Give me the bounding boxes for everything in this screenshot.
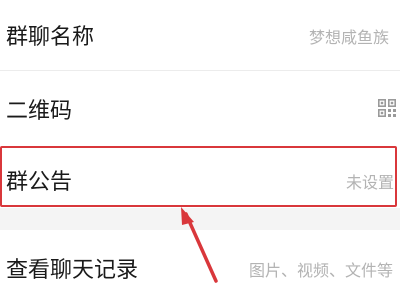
chat-history-value: 图片、视频、文件等 <box>249 261 394 280</box>
qr-code-icon <box>378 99 396 117</box>
highlight-box <box>0 146 397 207</box>
section-gap <box>0 208 400 230</box>
group-name-row[interactable]: 群聊名称 梦想咸鱼族 <box>0 0 400 70</box>
chat-history-row[interactable]: 查看聊天记录 图片、视频、文件等 <box>0 230 400 300</box>
group-name-value: 梦想咸鱼族 <box>309 28 390 47</box>
qr-code-label: 二维码 <box>6 99 73 124</box>
chat-history-label: 查看聊天记录 <box>6 258 139 283</box>
group-name-label: 群聊名称 <box>6 25 95 50</box>
group-settings-screen: 群聊名称 梦想咸鱼族 二维码 群公告 未设置 查看聊天记录 图片、视频、文件等 <box>0 0 400 300</box>
qr-code-row[interactable]: 二维码 <box>0 71 400 145</box>
